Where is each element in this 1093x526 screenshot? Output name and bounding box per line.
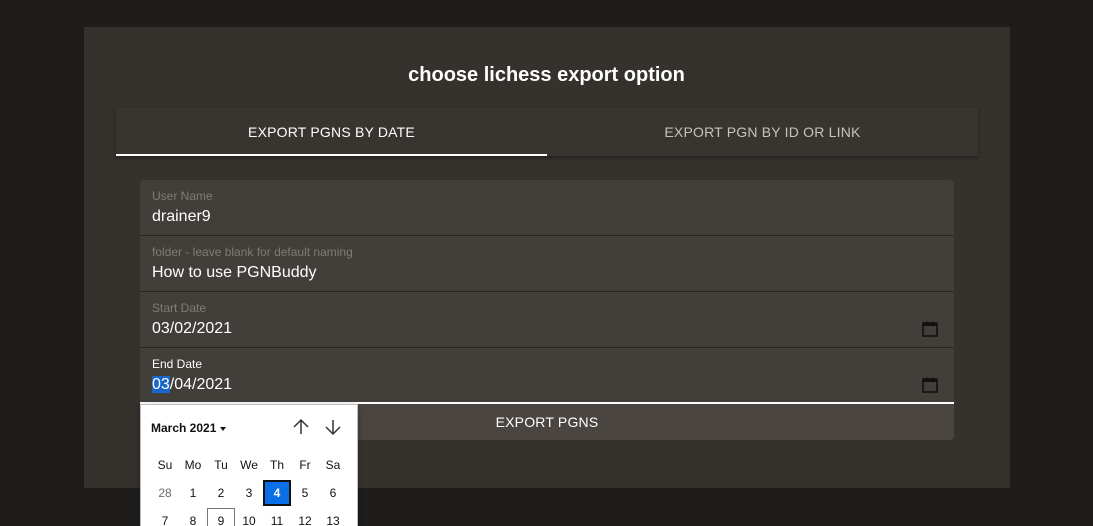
weekday-header: Th: [269, 458, 284, 472]
calendar-day[interactable]: 10: [235, 508, 263, 526]
end-date-rest: /04/2021: [169, 376, 233, 393]
folder-value[interactable]: How to use PGNBuddy: [152, 264, 317, 282]
tab-export-by-date[interactable]: EXPORT PGNS BY DATE: [116, 108, 547, 156]
weekday-header: Fr: [299, 458, 311, 472]
start-date-label: Start Date: [152, 301, 207, 315]
weekday-header: Mo: [184, 458, 202, 472]
folder-label: folder - leave blank for default naming: [152, 245, 353, 259]
tab-active-indicator: [116, 154, 547, 156]
page-title: choose lichess export option: [408, 64, 685, 86]
caret-down-icon: [220, 426, 227, 431]
username-label: User Name: [152, 189, 213, 203]
month-year-label: March 2021: [151, 421, 217, 435]
calendar-icon[interactable]: [922, 321, 938, 337]
date-picker-popup: March 2021 Su Mo Tu We Th Fr Sa 28 1 2 3…: [140, 404, 358, 526]
end-date-label: End Date: [152, 357, 203, 371]
arrow-down-icon[interactable]: [323, 417, 343, 437]
weekday-header: Sa: [325, 458, 341, 472]
calendar-day[interactable]: 11: [263, 508, 291, 526]
end-date-field[interactable]: End Date 03/04/2021: [140, 348, 954, 404]
calendar-day-today[interactable]: 9: [207, 508, 235, 526]
calendar-day[interactable]: 13: [319, 508, 347, 526]
calendar-day[interactable]: 5: [291, 480, 319, 506]
username-value[interactable]: drainer9: [152, 208, 211, 226]
calendar-day[interactable]: 2: [207, 480, 235, 506]
arrow-up-icon[interactable]: [291, 417, 311, 437]
calendar-day[interactable]: 7: [151, 508, 179, 526]
folder-field[interactable]: folder - leave blank for default naming …: [140, 236, 954, 292]
calendar-icon[interactable]: [922, 377, 938, 393]
start-date-field[interactable]: Start Date 03/02/2021: [140, 292, 954, 348]
calendar-day[interactable]: 1: [179, 480, 207, 506]
username-field[interactable]: User Name drainer9: [140, 180, 954, 236]
calendar-day[interactable]: 28: [151, 480, 179, 506]
tab-bar: EXPORT PGNS BY DATE EXPORT PGN BY ID OR …: [116, 108, 978, 156]
calendar-day[interactable]: 3: [235, 480, 263, 506]
tab-export-by-id[interactable]: EXPORT PGN BY ID OR LINK: [547, 108, 978, 156]
end-date-value[interactable]: 03/04/2021: [152, 376, 232, 394]
calendar-day[interactable]: 8: [179, 508, 207, 526]
end-date-month-segment[interactable]: 03: [152, 376, 170, 393]
weekday-header: We: [240, 458, 258, 472]
calendar-day[interactable]: 6: [319, 480, 347, 506]
calendar-day-selected[interactable]: 4: [263, 480, 291, 506]
calendar-day[interactable]: 12: [291, 508, 319, 526]
month-year-dropdown[interactable]: March 2021: [151, 421, 227, 435]
start-date-value[interactable]: 03/02/2021: [152, 320, 232, 338]
weekday-header: Su: [157, 458, 173, 472]
weekday-header: Tu: [214, 458, 228, 472]
